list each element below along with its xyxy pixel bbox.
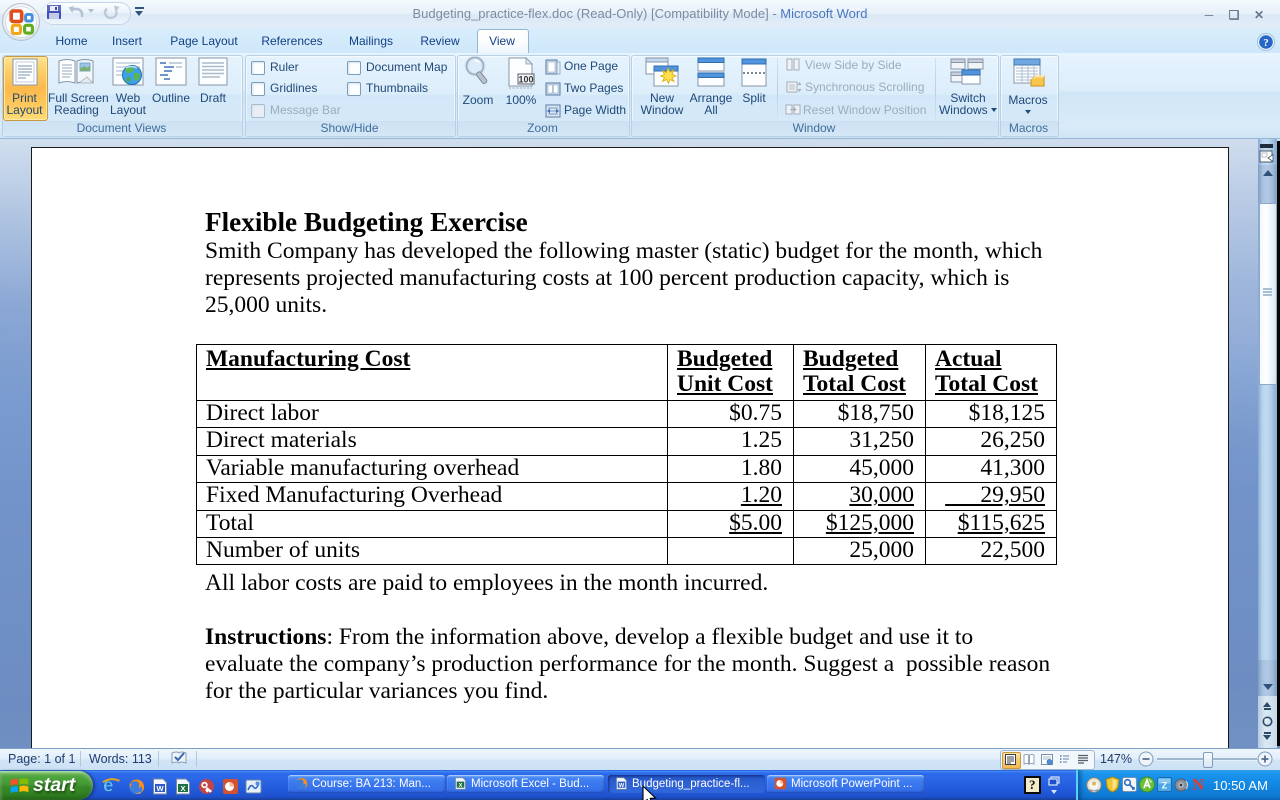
svg-text:W: W <box>156 784 164 793</box>
svg-text:Z: Z <box>1162 781 1168 791</box>
svg-text:100: 100 <box>518 75 533 85</box>
svg-text:W: W <box>619 782 625 788</box>
svg-text:X: X <box>180 784 185 793</box>
svg-text:?: ? <box>1263 37 1269 49</box>
svg-text:X: X <box>459 782 463 788</box>
